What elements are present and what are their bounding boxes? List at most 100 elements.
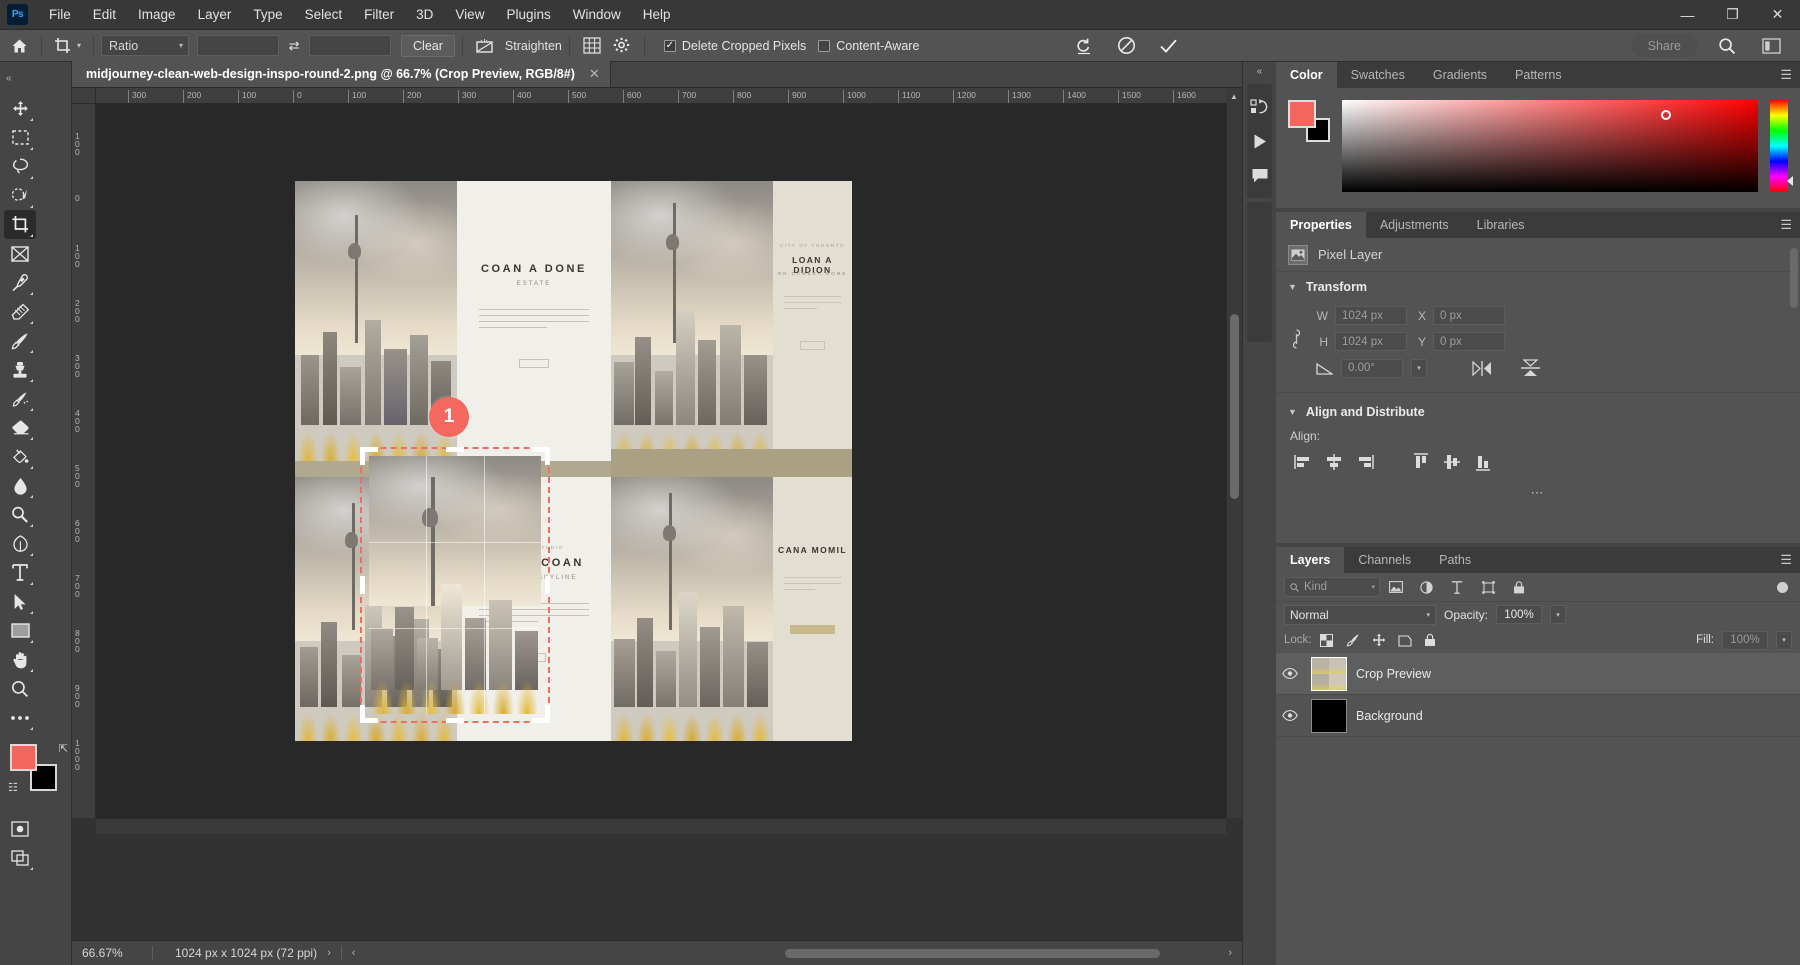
hue-slider-handle[interactable] bbox=[1787, 176, 1793, 186]
zoom-level[interactable]: 66.67% bbox=[72, 946, 152, 960]
comments-icon[interactable] bbox=[1247, 158, 1272, 192]
layer-thumbnail[interactable] bbox=[1311, 699, 1347, 733]
crop-tool[interactable] bbox=[4, 210, 36, 239]
grid-overlay-icon[interactable] bbox=[577, 34, 607, 58]
ruler-horizontal[interactable]: 300 200 100 0 100 200 300 400 500 600 70… bbox=[96, 88, 1226, 104]
frame-tool[interactable] bbox=[4, 239, 36, 268]
lasso-tool[interactable] bbox=[4, 152, 36, 181]
menu-file[interactable]: File bbox=[38, 0, 82, 29]
straighten-label[interactable]: Straighten bbox=[505, 39, 562, 53]
tab-gradients[interactable]: Gradients bbox=[1419, 62, 1501, 88]
quick-mask-icon[interactable] bbox=[4, 814, 36, 843]
foreground-color-swatch[interactable] bbox=[10, 744, 37, 771]
crop-handle-right-center[interactable] bbox=[545, 576, 550, 594]
menu-plugins[interactable]: Plugins bbox=[495, 0, 561, 29]
align-horizontal-centers-icon[interactable] bbox=[1321, 451, 1347, 473]
filter-toggle-icon[interactable] bbox=[1777, 582, 1788, 593]
gear-icon[interactable] bbox=[607, 34, 637, 58]
workspace-icon[interactable] bbox=[1756, 34, 1786, 58]
crop-handle-top-center[interactable] bbox=[446, 447, 464, 452]
cancel-icon[interactable] bbox=[1111, 34, 1141, 58]
menu-view[interactable]: View bbox=[444, 0, 495, 29]
tool-preset-picker[interactable]: ▾ bbox=[49, 37, 86, 55]
transform-section-header[interactable]: ▼ Transform bbox=[1276, 272, 1800, 302]
scroll-left-arrow[interactable]: ‹ bbox=[342, 947, 366, 959]
filter-smart-object-icon[interactable] bbox=[1513, 581, 1535, 594]
align-right-edges-icon[interactable] bbox=[1352, 451, 1378, 473]
pen-tool[interactable] bbox=[4, 529, 36, 558]
opacity-chevron-down-icon[interactable]: ▾ bbox=[1550, 605, 1566, 624]
aspect-ratio-select[interactable]: Ratio ▾ bbox=[101, 35, 189, 56]
minimize-button[interactable]: — bbox=[1665, 0, 1710, 29]
menu-select[interactable]: Select bbox=[294, 0, 354, 29]
link-aspect-icon[interactable] bbox=[1290, 306, 1308, 350]
width-input[interactable]: 1024 px bbox=[1335, 306, 1407, 325]
canvas-scrollbar-vertical[interactable] bbox=[1226, 104, 1242, 818]
filter-pixel-icon[interactable] bbox=[1389, 581, 1411, 593]
zoom-tool[interactable] bbox=[4, 674, 36, 703]
clear-button[interactable]: Clear bbox=[401, 35, 455, 57]
lock-all-icon[interactable] bbox=[1424, 633, 1442, 647]
crop-height-input[interactable] bbox=[309, 35, 391, 56]
tab-layers[interactable]: Layers bbox=[1276, 547, 1344, 573]
blur-tool[interactable] bbox=[4, 471, 36, 500]
chevron-down-icon[interactable]: ▾ bbox=[1411, 359, 1427, 378]
filter-type-icon[interactable] bbox=[1451, 581, 1473, 594]
rectangle-tool[interactable] bbox=[4, 616, 36, 645]
lock-transparent-pixels-icon[interactable] bbox=[1320, 634, 1338, 647]
color-field[interactable] bbox=[1342, 100, 1758, 192]
canvas-scrollbar-horizontal[interactable] bbox=[96, 818, 1226, 834]
hue-slider[interactable] bbox=[1770, 100, 1788, 192]
fill-chevron-down-icon[interactable]: ▾ bbox=[1776, 631, 1792, 650]
crop-boundary[interactable] bbox=[360, 447, 550, 723]
menu-layer[interactable]: Layer bbox=[187, 0, 243, 29]
menu-help[interactable]: Help bbox=[632, 0, 682, 29]
close-button[interactable]: ✕ bbox=[1755, 0, 1800, 29]
default-colors-icon[interactable]: ☷ bbox=[8, 781, 18, 794]
spot-healing-brush-tool[interactable] bbox=[4, 297, 36, 326]
move-tool[interactable] bbox=[4, 94, 36, 123]
ruler-vertical[interactable]: 1 0 0 0 1 0 0 2 0 0 3 0 0 4 0 0 5 0 0 6 … bbox=[72, 104, 96, 818]
history-states-icon[interactable] bbox=[1247, 90, 1272, 124]
gradient-tool[interactable] bbox=[4, 442, 36, 471]
menu-window[interactable]: Window bbox=[562, 0, 632, 29]
home-icon[interactable] bbox=[4, 34, 34, 58]
crop-handle-left-bottom[interactable] bbox=[360, 705, 365, 723]
align-vertical-centers-icon[interactable] bbox=[1439, 451, 1465, 473]
crop-handle-bottom-center[interactable] bbox=[446, 718, 464, 723]
object-selection-tool[interactable] bbox=[4, 181, 36, 210]
tab-patterns[interactable]: Patterns bbox=[1501, 62, 1576, 88]
align-left-edges-icon[interactable] bbox=[1290, 451, 1316, 473]
align-top-edges-icon[interactable] bbox=[1408, 451, 1434, 473]
hand-tool[interactable] bbox=[4, 645, 36, 674]
filter-adjustment-icon[interactable] bbox=[1420, 581, 1442, 594]
screen-mode-icon[interactable] bbox=[4, 843, 36, 872]
document-tab[interactable]: midjourney-clean-web-design-inspo-round-… bbox=[72, 61, 611, 87]
status-expand-icon[interactable]: › bbox=[317, 947, 341, 959]
flip-horizontal-icon[interactable] bbox=[1471, 361, 1493, 376]
maximize-button[interactable]: ❐ bbox=[1710, 0, 1755, 29]
menu-3d[interactable]: 3D bbox=[405, 0, 444, 29]
crop-width-input[interactable] bbox=[197, 35, 279, 56]
straighten-icon[interactable] bbox=[470, 34, 500, 58]
eyedropper-tool[interactable] bbox=[4, 268, 36, 297]
align-section-header[interactable]: ▼ Align and Distribute bbox=[1276, 397, 1800, 427]
canvas-scroll-up-arrow[interactable]: ▲ bbox=[1226, 88, 1242, 104]
lock-image-pixels-icon[interactable] bbox=[1346, 633, 1364, 647]
edit-toolbar-tool[interactable] bbox=[4, 703, 36, 732]
eraser-tool[interactable] bbox=[4, 413, 36, 442]
search-icon[interactable] bbox=[1712, 34, 1742, 58]
blend-mode-select[interactable]: Normal ▾ bbox=[1284, 605, 1436, 625]
panel-menu-icon[interactable]: ☰ bbox=[1780, 212, 1792, 238]
lock-position-icon[interactable] bbox=[1372, 633, 1390, 647]
close-icon[interactable]: ✕ bbox=[589, 66, 600, 82]
scrollbar-thumb[interactable] bbox=[1230, 314, 1239, 499]
tab-channels[interactable]: Channels bbox=[1344, 547, 1425, 573]
menu-image[interactable]: Image bbox=[127, 0, 187, 29]
crop-selection[interactable] bbox=[360, 447, 550, 723]
menu-filter[interactable]: Filter bbox=[353, 0, 405, 29]
scrollbar-thumb[interactable] bbox=[785, 949, 1160, 958]
tab-libraries[interactable]: Libraries bbox=[1463, 212, 1539, 238]
clone-stamp-tool[interactable] bbox=[4, 355, 36, 384]
angle-input[interactable]: 0.00° bbox=[1341, 359, 1403, 378]
